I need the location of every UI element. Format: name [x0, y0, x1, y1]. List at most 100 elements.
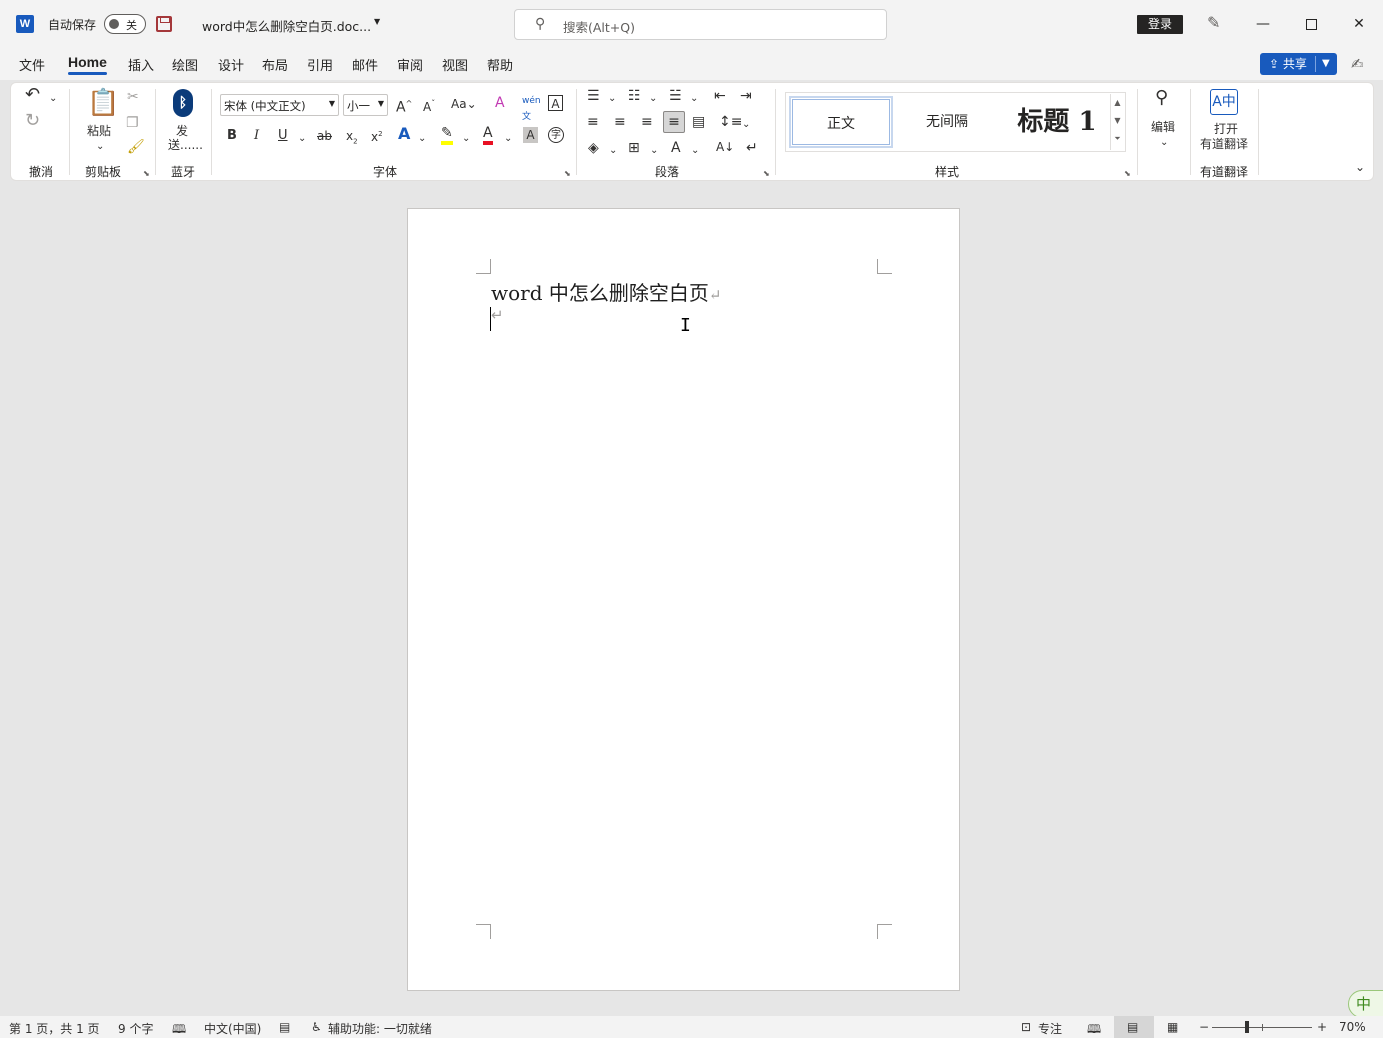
tab-draw[interactable]: 绘图	[172, 55, 198, 74]
show-marks-icon[interactable]: ↵	[746, 140, 758, 156]
undo-icon[interactable]: ↶	[25, 86, 40, 104]
align-right-icon[interactable]: ≡	[641, 114, 653, 130]
share-button[interactable]: ⇪ 共享 ▼	[1260, 53, 1337, 75]
redo-icon[interactable]: ↻	[25, 112, 40, 130]
font-size-select[interactable]: 小一 ▼	[343, 94, 388, 116]
increase-indent-icon[interactable]: ⇥	[740, 88, 752, 104]
asian-layout-icon[interactable]: A	[671, 140, 681, 156]
document-title[interactable]: word中怎么删除空白页.doc...	[202, 16, 371, 35]
scroll-down-icon[interactable]: ▼	[1111, 112, 1124, 130]
superscript-icon[interactable]: x2	[371, 126, 383, 145]
chevron-down-icon[interactable]: ⌄	[691, 143, 699, 159]
accessibility-status[interactable]: 辅助功能: 一切就绪	[328, 1020, 432, 1037]
chevron-down-icon[interactable]: ⌄	[742, 117, 750, 133]
bluetooth-icon[interactable]: ᛒ	[173, 89, 193, 117]
phonetic-guide-icon[interactable]: wén 文	[522, 93, 541, 125]
chevron-down-icon[interactable]: ⌄	[462, 131, 470, 147]
zoom-slider-thumb[interactable]	[1245, 1021, 1249, 1033]
character-border-icon[interactable]: A	[548, 95, 563, 111]
tab-file[interactable]: 文件	[19, 55, 45, 74]
chevron-down-icon[interactable]: ⌄	[650, 143, 658, 159]
translate-label-2[interactable]: 有道翻译	[1200, 136, 1248, 152]
close-icon[interactable]: ✕	[1336, 10, 1382, 38]
font-color-icon[interactable]: A	[483, 125, 493, 145]
accessibility-icon[interactable]: ♿	[311, 1020, 322, 1034]
document-heading-text[interactable]: word 中怎么删除空白页	[491, 281, 709, 305]
document-text-line[interactable]: word 中怎么删除空白页↵	[491, 277, 721, 306]
dialog-launcher-icon[interactable]: ⬊	[763, 169, 770, 178]
chevron-down-icon[interactable]: ⌄	[649, 91, 657, 107]
chevron-down-icon[interactable]: ⌄	[1355, 159, 1365, 175]
bullets-icon[interactable]: ☰	[587, 88, 600, 104]
dialog-launcher-icon[interactable]: ⬊	[143, 169, 150, 178]
format-painter-icon[interactable]: 🖌	[127, 139, 145, 155]
multilevel-list-icon[interactable]: ☱	[669, 88, 682, 104]
subscript-icon[interactable]: x2	[346, 128, 358, 149]
paste-label[interactable]: 粘贴	[87, 123, 111, 139]
focus-mode-label[interactable]: 专注	[1038, 1020, 1062, 1037]
chevron-down-icon[interactable]: ▼	[374, 17, 380, 26]
document-area[interactable]: word 中怎么删除空白页↵ ↵ I	[0, 186, 1383, 1016]
tab-design[interactable]: 设计	[218, 55, 244, 74]
change-case-icon[interactable]: Aa⌄	[451, 96, 477, 112]
page-info[interactable]: 第 1 页，共 1 页	[9, 1020, 100, 1037]
autosave-toggle[interactable]: 关	[104, 14, 146, 34]
style-heading-1[interactable]: 标题 1	[997, 96, 1117, 148]
document-page[interactable]: word 中怎么删除空白页↵ ↵ I	[407, 208, 960, 991]
borders-icon[interactable]: ⊞	[628, 140, 640, 156]
tab-view[interactable]: 视图	[442, 55, 468, 74]
tab-home[interactable]: Home	[68, 54, 107, 75]
zoom-in-icon[interactable]: +	[1317, 1020, 1327, 1034]
align-center-icon[interactable]: ≡	[614, 114, 626, 130]
search-icon[interactable]: ⚲	[1155, 89, 1168, 107]
proofing-icon[interactable]: 🕮	[172, 1020, 186, 1038]
focus-icon[interactable]: ⊡	[1021, 1020, 1031, 1034]
maximize-icon[interactable]	[1288, 10, 1334, 38]
chevron-down-icon[interactable]: ⌄	[609, 143, 617, 159]
paste-icon[interactable]: 📋	[87, 89, 119, 117]
search-input[interactable]: ⚲ 搜索(Alt+Q)	[514, 9, 887, 40]
translate-label[interactable]: 打开	[1214, 121, 1238, 137]
text-predictions-icon[interactable]: ▤	[279, 1020, 290, 1034]
strikethrough-icon[interactable]: ab	[317, 128, 332, 144]
language-indicator[interactable]: 中文(中国)	[204, 1020, 261, 1037]
chevron-down-icon[interactable]: ⌄	[418, 131, 426, 147]
zoom-out-icon[interactable]: −	[1199, 1020, 1209, 1034]
comment-icon[interactable]: ✍	[1351, 55, 1364, 73]
ime-indicator[interactable]: 中	[1348, 990, 1383, 1018]
word-count[interactable]: 9 个字	[118, 1020, 153, 1037]
numbering-icon[interactable]: ☷	[628, 88, 641, 104]
character-shading-icon[interactable]: A	[523, 127, 538, 143]
justify-icon[interactable]: ≡	[663, 111, 685, 133]
chevron-down-icon[interactable]: ⌄	[504, 131, 512, 147]
zoom-level[interactable]: 70%	[1339, 1020, 1366, 1034]
tab-layout[interactable]: 布局	[262, 55, 288, 74]
dialog-launcher-icon[interactable]: ⬊	[564, 169, 571, 178]
clear-formatting-icon[interactable]: A	[495, 95, 505, 111]
chevron-down-icon[interactable]: ▼	[1322, 53, 1330, 75]
translate-icon[interactable]: A中	[1210, 89, 1238, 115]
sort-icon[interactable]: A↓	[716, 139, 734, 155]
tab-mailings[interactable]: 邮件	[352, 55, 378, 74]
web-layout-icon[interactable]: ▦	[1167, 1020, 1178, 1034]
save-icon[interactable]	[156, 16, 172, 32]
styles-scroll[interactable]: ▲ ▼ ⏷	[1110, 94, 1124, 150]
decrease-indent-icon[interactable]: ⇤	[714, 88, 726, 104]
italic-icon[interactable]: I	[254, 128, 259, 144]
tab-insert[interactable]: 插入	[128, 55, 154, 74]
tab-references[interactable]: 引用	[307, 55, 333, 74]
distributed-icon[interactable]: ▤	[692, 114, 705, 130]
edit-label[interactable]: 编辑	[1151, 119, 1175, 135]
highlight-icon[interactable]: ✎	[441, 125, 453, 145]
pen-icon[interactable]: ✎	[1207, 13, 1220, 32]
text-effects-icon[interactable]: A	[398, 126, 410, 142]
underline-icon[interactable]: U	[278, 128, 288, 144]
chevron-down-icon[interactable]: ⌄	[690, 91, 698, 107]
tab-help[interactable]: 帮助	[487, 55, 513, 74]
copy-icon[interactable]: ❐	[126, 115, 139, 131]
tab-review[interactable]: 审阅	[397, 55, 423, 74]
login-button[interactable]: 登录	[1137, 15, 1183, 34]
grow-font-icon[interactable]: A^	[396, 96, 412, 116]
font-name-select[interactable]: 宋体 (中文正文) ▼	[220, 94, 339, 116]
minimize-icon[interactable]: —	[1240, 10, 1286, 38]
